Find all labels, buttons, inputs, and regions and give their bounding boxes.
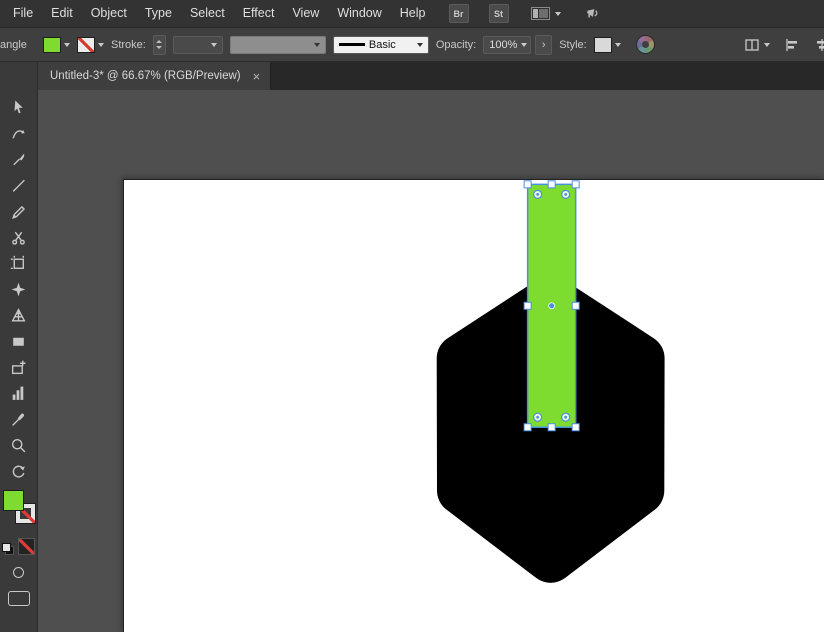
arrange-documents-control[interactable] bbox=[744, 37, 770, 53]
chevron-down-icon bbox=[615, 43, 621, 47]
opacity-combo[interactable]: 100% bbox=[483, 36, 531, 54]
menu-select[interactable]: Select bbox=[181, 0, 234, 27]
stroke-none-swatch bbox=[77, 37, 95, 53]
menu-window[interactable]: Window bbox=[328, 0, 390, 27]
none-color-button[interactable] bbox=[18, 538, 35, 555]
workspace-icon bbox=[531, 7, 550, 20]
close-tab-icon[interactable]: × bbox=[253, 70, 261, 83]
brush-name: Basic bbox=[369, 39, 396, 51]
stroke-weight-stepper[interactable] bbox=[153, 35, 166, 55]
zoom-tool[interactable] bbox=[8, 434, 30, 456]
menu-effect[interactable]: Effect bbox=[234, 0, 284, 27]
rotate-view-tool[interactable] bbox=[8, 460, 30, 482]
stock-badge-icon[interactable]: St bbox=[489, 4, 509, 23]
graphic-style-combo[interactable] bbox=[594, 37, 621, 53]
style-label: Style: bbox=[559, 39, 587, 51]
screen-mode-button[interactable] bbox=[8, 591, 30, 606]
illustrator-window: File Edit Object Type Select Effect View… bbox=[0, 0, 824, 632]
rectangle-tool[interactable] bbox=[8, 330, 30, 352]
menu-edit[interactable]: Edit bbox=[42, 0, 82, 27]
fill-color-control[interactable] bbox=[43, 37, 70, 53]
menu-view[interactable]: View bbox=[283, 0, 328, 27]
recolor-artwork-icon[interactable] bbox=[636, 35, 655, 54]
eyedropper-tool[interactable] bbox=[8, 408, 30, 430]
fill-stroke-indicator[interactable] bbox=[2, 490, 36, 526]
canvas[interactable] bbox=[38, 90, 824, 632]
chevron-down-icon bbox=[314, 43, 320, 47]
bridge-badge-icon[interactable]: Br bbox=[449, 4, 469, 23]
workspace-switcher[interactable] bbox=[531, 7, 561, 20]
tools-panel bbox=[0, 62, 38, 632]
stroke-label: Stroke: bbox=[111, 39, 146, 51]
perspective-grid-tool[interactable] bbox=[8, 304, 30, 326]
width-profile-combo[interactable] bbox=[230, 36, 326, 54]
chevron-down-icon bbox=[555, 12, 561, 16]
curvature-tool[interactable] bbox=[8, 122, 30, 144]
pencil-tool[interactable] bbox=[8, 200, 30, 222]
fill-color-box[interactable] bbox=[3, 490, 24, 511]
document-title: Untitled-3* @ 66.67% (RGB/Preview) bbox=[50, 70, 241, 82]
menu-help[interactable]: Help bbox=[391, 0, 435, 27]
menu-type[interactable]: Type bbox=[136, 0, 181, 27]
document-tab[interactable]: Untitled-3* @ 66.67% (RGB/Preview) × bbox=[38, 62, 271, 90]
selected-object-label: angle bbox=[0, 39, 36, 51]
artboard-tool[interactable] bbox=[8, 252, 30, 274]
stroke-color-control[interactable] bbox=[77, 37, 104, 53]
scissors-tool[interactable] bbox=[8, 226, 30, 248]
opacity-panel-button[interactable]: › bbox=[535, 35, 552, 55]
brush-definition-combo[interactable]: Basic bbox=[333, 36, 429, 54]
opacity-label: Opacity: bbox=[436, 39, 476, 51]
stroke-weight-combo[interactable] bbox=[173, 36, 223, 54]
chevron-down-icon bbox=[64, 43, 70, 47]
line-segment-tool[interactable] bbox=[8, 174, 30, 196]
share-megaphone-icon[interactable] bbox=[585, 6, 602, 21]
step-up-icon bbox=[156, 40, 162, 43]
chevron-down-icon bbox=[211, 43, 217, 47]
column-graph-tool[interactable] bbox=[8, 382, 30, 404]
paintbrush-tool[interactable] bbox=[8, 148, 30, 170]
selection-center-point[interactable] bbox=[549, 303, 555, 309]
shape-builder-tool[interactable] bbox=[8, 356, 30, 378]
brush-stroke-preview bbox=[339, 43, 365, 46]
control-bar: angle Stroke: Basic Opacity: 100% bbox=[0, 28, 824, 62]
selection-tool[interactable] bbox=[8, 96, 30, 118]
arrange-documents-icon bbox=[744, 37, 760, 53]
menu-file[interactable]: File bbox=[4, 0, 42, 27]
align-left-icon[interactable] bbox=[784, 37, 800, 53]
fill-swatch bbox=[43, 37, 61, 53]
chevron-down-icon bbox=[521, 43, 527, 47]
chevron-down-icon bbox=[764, 43, 770, 47]
default-fill-stroke-icon[interactable] bbox=[2, 543, 14, 555]
step-down-icon bbox=[156, 46, 162, 49]
chevron-down-icon bbox=[417, 43, 423, 47]
style-swatch bbox=[594, 37, 612, 53]
shaper-tool[interactable] bbox=[8, 278, 30, 300]
gradient-button[interactable] bbox=[13, 567, 24, 578]
menu-bar: File Edit Object Type Select Effect View… bbox=[0, 0, 824, 28]
menu-object[interactable]: Object bbox=[82, 0, 136, 27]
artwork-layer bbox=[38, 90, 824, 632]
align-center-icon[interactable] bbox=[814, 37, 824, 53]
document-tab-bar: Untitled-3* @ 66.67% (RGB/Preview) × bbox=[38, 62, 824, 90]
chevron-down-icon bbox=[98, 43, 104, 47]
opacity-value: 100% bbox=[489, 39, 517, 51]
